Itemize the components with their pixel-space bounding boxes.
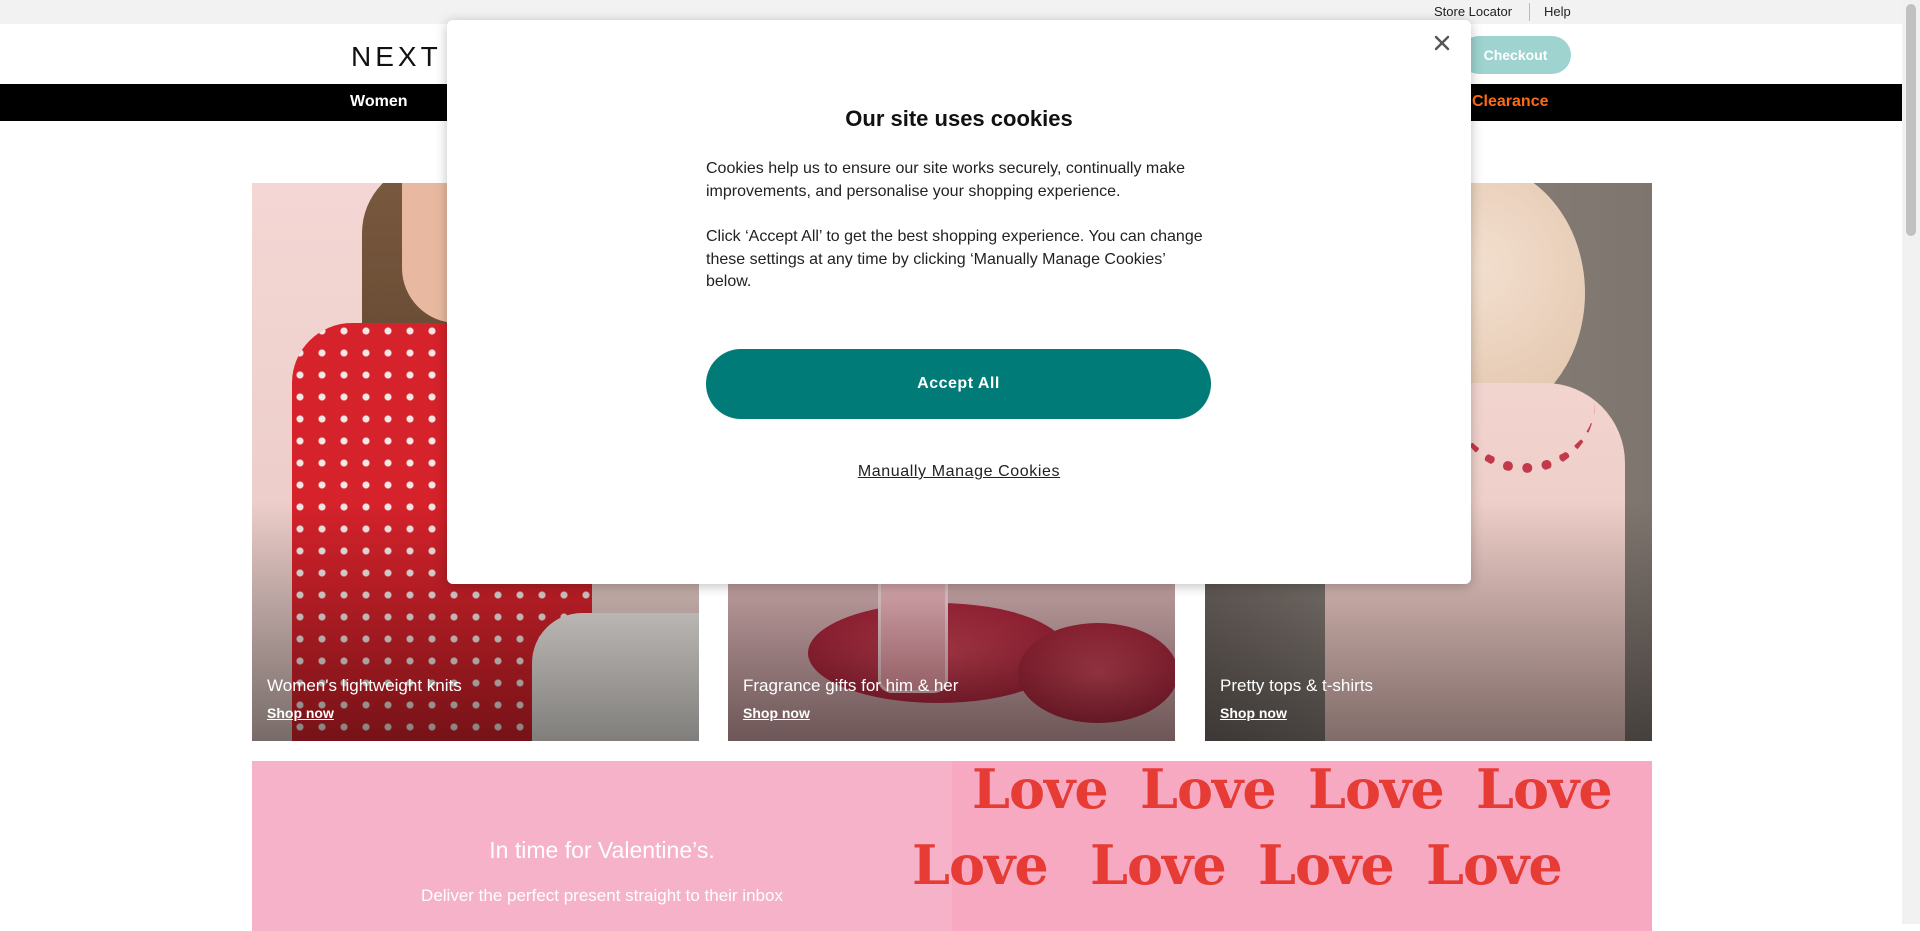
checkout-button[interactable]: Checkout [1460, 36, 1571, 74]
love-word: Love [1476, 761, 1613, 821]
help-link[interactable]: Help [1544, 4, 1571, 19]
cookie-modal-title: Our site uses cookies [845, 106, 1073, 131]
love-word: Love [1140, 761, 1277, 821]
love-word: Love [1308, 761, 1445, 821]
banner-subtitle: Deliver the perfect present straight to … [421, 886, 783, 905]
cookie-modal-body: Cookies help us to ensure our site works… [706, 158, 1211, 317]
love-pattern-image: Love Love Love Love Love Love Love Love [912, 761, 1652, 931]
tile-title: Women's lightweight knits [267, 676, 462, 695]
nav-item-clearance[interactable]: Clearance [1472, 93, 1549, 111]
cookie-consent-modal: Our site uses cookies Cookies help us to… [447, 20, 1471, 584]
love-word: Love [912, 833, 1049, 897]
cookie-paragraph-2: Click ‘Accept All’ to get the best shopp… [706, 228, 1203, 290]
love-word: Love [1426, 833, 1563, 897]
valentine-banner[interactable]: In time for Valentine’s. Deliver the per… [252, 761, 1652, 931]
love-word: Love [1090, 833, 1227, 897]
tile-title: Fragrance gifts for him & her [743, 676, 959, 695]
shop-now-link[interactable]: Shop now [1220, 705, 1287, 721]
banner-title: In time for Valentine’s. [489, 837, 715, 863]
shop-now-link[interactable]: Shop now [267, 705, 334, 721]
scroll-thumb[interactable] [1906, 4, 1916, 236]
love-word: Love [972, 761, 1109, 821]
manage-cookies-link[interactable]: Manually Manage Cookies [447, 463, 1471, 481]
shop-now-link[interactable]: Shop now [743, 705, 810, 721]
page-scrollbar[interactable] [1902, 0, 1920, 924]
utility-divider [1529, 3, 1530, 21]
accept-all-button[interactable]: Accept All [706, 349, 1211, 419]
close-icon[interactable] [1427, 28, 1457, 58]
nav-item-women[interactable]: Women [350, 93, 407, 111]
cookie-paragraph-1: Cookies help us to ensure our site works… [706, 160, 1186, 200]
store-locator-link[interactable]: Store Locator [1434, 4, 1512, 19]
next-logo[interactable]: NEXT [351, 41, 442, 73]
love-word: Love [1258, 833, 1395, 897]
tile-title: Pretty tops & t-shirts [1220, 676, 1374, 695]
